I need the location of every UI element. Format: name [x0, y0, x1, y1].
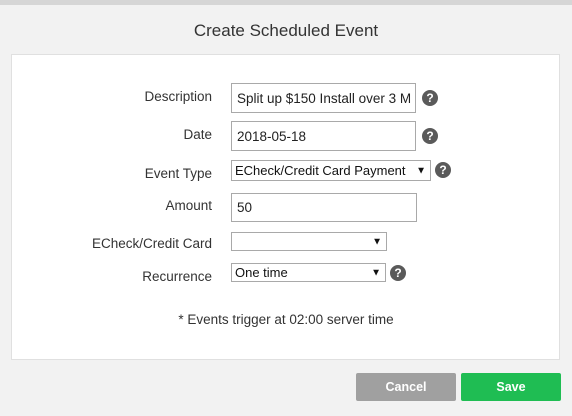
recurrence-select[interactable]: One time ▼ [231, 263, 386, 282]
description-label: Description [144, 89, 212, 104]
help-icon[interactable]: ? [435, 162, 451, 178]
amount-input[interactable]: 50 [231, 193, 417, 222]
description-input[interactable]: Split up $150 Install over 3 M [231, 83, 416, 113]
event-type-value: ECheck/Credit Card Payment [235, 163, 406, 178]
help-icon[interactable]: ? [390, 265, 406, 281]
amount-value: 50 [237, 200, 253, 215]
chevron-down-icon: ▼ [372, 236, 382, 247]
echeck-card-label: ECheck/Credit Card [91, 236, 212, 251]
echeck-card-select[interactable]: ▼ [231, 232, 387, 251]
save-button[interactable]: Save [461, 373, 561, 401]
cancel-button[interactable]: Cancel [356, 373, 456, 401]
server-time-note: * Events trigger at 02:00 server time [178, 312, 394, 327]
date-input[interactable]: 2018-05-18 [231, 121, 416, 151]
chevron-down-icon: ▼ [416, 165, 426, 176]
help-icon[interactable]: ? [422, 90, 438, 106]
description-value: Split up $150 Install over 3 M [237, 90, 412, 106]
date-value: 2018-05-18 [237, 128, 307, 144]
amount-label: Amount [165, 198, 212, 213]
recurrence-value: One time [235, 265, 288, 280]
dialog-title: Create Scheduled Event [193, 21, 379, 40]
event-type-label: Event Type [144, 166, 212, 181]
help-icon[interactable]: ? [422, 128, 438, 144]
chevron-down-icon: ▼ [371, 267, 381, 278]
top-strip [0, 0, 572, 5]
recurrence-label: Recurrence [142, 269, 212, 284]
date-label: Date [183, 127, 212, 142]
event-type-select[interactable]: ECheck/Credit Card Payment ▼ [231, 160, 431, 181]
